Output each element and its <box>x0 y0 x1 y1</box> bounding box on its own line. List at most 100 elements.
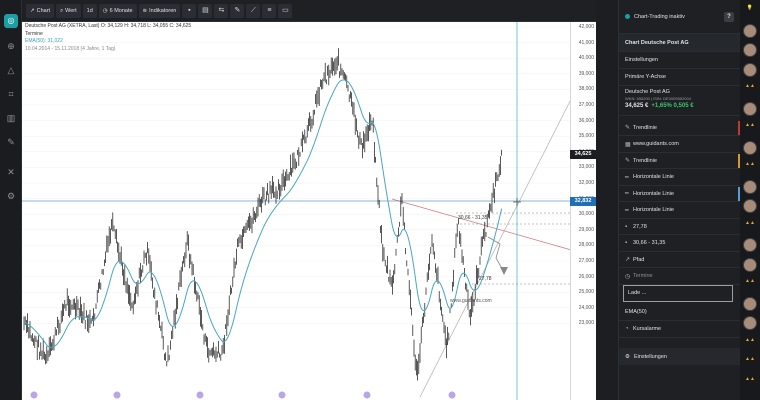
chart-type-button[interactable]: ↗ Chart <box>26 3 55 18</box>
signal-icon[interactable]: ▲▲ <box>744 121 756 130</box>
dividend-marker[interactable] <box>113 391 121 399</box>
ema-label[interactable]: EMA(50): 31,022 <box>25 38 191 46</box>
print-icon[interactable]: ▤ <box>198 3 213 18</box>
frame-icon[interactable]: ▭ <box>278 3 293 18</box>
avatar[interactable] <box>743 296 757 311</box>
crosshair-tool-icon[interactable]: ⊕ <box>5 40 17 52</box>
signal-icon[interactable]: ▲▲ <box>744 277 756 286</box>
range-button[interactable]: ◷ 6 Monate <box>98 3 137 18</box>
drawing-item-label: Trendlinie <box>633 157 657 164</box>
panel-item-kursalarme[interactable]: ◔ Kursalarme <box>619 321 741 338</box>
share-icon[interactable]: ⇆ <box>214 3 229 18</box>
y-tick-label: 42,000 <box>578 24 594 30</box>
y-tick-label: 32,000 <box>578 180 594 186</box>
drawing-icon: ▪ <box>625 240 628 246</box>
drawing-item-label: Horizontale Linie <box>633 190 674 197</box>
trend-lines[interactable] <box>22 22 596 400</box>
list-icon[interactable]: ≡ <box>262 3 277 18</box>
avatar[interactable] <box>743 179 757 194</box>
app-logo-icon[interactable]: ◎ <box>4 14 18 28</box>
avatar[interactable] <box>743 43 757 57</box>
avatar[interactable] <box>743 316 757 330</box>
pencil-tool-icon[interactable]: ✎ <box>5 136 17 148</box>
drawing-item-label: 30,66 - 31,35 <box>633 240 666 246</box>
drawing-item[interactable]: ▦ www.guidants.com <box>619 137 741 153</box>
signal-icon[interactable]: ▲▲ <box>744 336 756 345</box>
termine-label[interactable]: Termine <box>25 31 191 39</box>
dividend-marker[interactable] <box>196 391 204 399</box>
draw-icon[interactable]: ⟋ <box>246 3 261 18</box>
triangle-tool-icon[interactable]: △ <box>5 64 17 76</box>
primary-axis-text: Primäre Y-Achse <box>625 74 666 80</box>
drawing-item[interactable]: ▪ 30,66 - 31,35 <box>619 236 741 252</box>
gear-icon: ⚙ <box>625 353 630 360</box>
drawing-item[interactable]: ◷ Termine <box>619 269 741 285</box>
stock-summary[interactable]: Deutsche Post AG WKN: 555200 | ISIN: DE0… <box>619 86 741 116</box>
tools-icon[interactable]: ✕ <box>5 166 17 178</box>
wert-button[interactable]: ⌕ Wert <box>56 3 81 18</box>
avatar[interactable] <box>743 23 757 38</box>
save-icon[interactable]: ▪ <box>182 3 197 18</box>
event-markers[interactable] <box>30 391 456 399</box>
panel-title-text: Chart Deutsche Post AG <box>625 39 689 46</box>
lightbulb-icon[interactable]: 💡 <box>744 4 756 13</box>
pattern-tool-icon[interactable]: ⌗ <box>5 88 17 100</box>
chart-info: Deutsche Post AG (XETRA, Last) O: 34,129… <box>25 23 191 53</box>
y-tick-label: 39,000 <box>578 70 594 77</box>
avatar[interactable] <box>743 140 757 155</box>
price-chart[interactable]: 30,66 - 31,35 27,78 www.guidants.com Deu… <box>22 22 596 400</box>
interval-button[interactable]: 1d <box>82 3 97 18</box>
signal-icon[interactable]: ▲▲ <box>744 82 756 91</box>
help-button[interactable]: ? <box>724 11 734 22</box>
drawing-item-label: Termine <box>633 273 653 279</box>
drawing-item[interactable]: ▪ 27,78 <box>619 219 741 235</box>
panel-item-primary-axis[interactable]: Primäre Y-Achse <box>619 69 741 86</box>
left-sidebar: ◎ ⊕ △ ⌗ ▥ ✎ ✕ ⚙ <box>0 0 22 400</box>
avatar[interactable] <box>743 62 757 77</box>
settings-icon[interactable]: ⚙ <box>5 190 17 202</box>
drawing-item-label: 27,78 <box>633 223 647 230</box>
annotation-level[interactable]: 27,78 <box>479 276 492 282</box>
dividend-marker[interactable] <box>30 391 38 399</box>
avatar[interactable] <box>743 238 757 252</box>
drawing-icon: ✎ <box>625 158 631 164</box>
watermark-text[interactable]: www.guidants.com <box>450 298 492 304</box>
y-axis[interactable]: 42,000 41,000 40,000 39,000 38,000 37,000 36,0… <box>570 22 596 400</box>
drawing-icon: ━ <box>625 207 629 214</box>
drawing-item-label: Horizontale Linie <box>633 174 674 180</box>
trash-icon[interactable]: ▥ <box>5 112 17 124</box>
chart-canvas[interactable]: 30,66 - 31,35 27,78 www.guidants.com <box>22 22 596 400</box>
stock-meta: WKN: 555200 | ISIN: DE0005552004 <box>625 96 691 101</box>
drawing-item[interactable]: ━ Horizontale Linie <box>619 186 741 202</box>
path-drawing[interactable] <box>487 236 505 273</box>
dividend-marker[interactable] <box>448 391 456 399</box>
avatar[interactable] <box>743 257 757 272</box>
chart-type-label: Chart <box>36 7 51 14</box>
pen-icon[interactable]: ✎ <box>230 3 245 18</box>
indicators-button[interactable]: ≋ Indikatoren <box>138 3 181 18</box>
ema-item-text: EMA(50) <box>625 309 647 315</box>
drawing-item[interactable]: ━ Horizontale Linie <box>619 203 741 219</box>
y-tick-label: 29,000 <box>578 226 594 233</box>
signal-icon[interactable]: ▲▲ <box>744 375 756 384</box>
drawing-item[interactable]: ━ Horizontale Linie <box>619 170 741 186</box>
settings-text: Einstellungen <box>625 57 659 63</box>
drawing-item[interactable]: ✎ Trendlinie <box>619 153 741 169</box>
panel-item-ema[interactable]: EMA(50) <box>619 304 741 321</box>
signal-icon[interactable]: ▲▲ <box>744 355 756 364</box>
loading-box: Lade ... <box>623 285 733 302</box>
trendline-resistance[interactable] <box>391 198 596 258</box>
avatar[interactable] <box>743 199 757 213</box>
y-tick-label: 30,000 <box>578 211 594 218</box>
signal-icon[interactable]: ▲▲ <box>744 160 756 169</box>
signal-icon[interactable]: ▲▲ <box>744 219 756 228</box>
drawing-item[interactable]: ↗ Pfad <box>619 252 741 268</box>
panel-footer-settings[interactable]: ⚙ Einstellungen <box>619 348 741 365</box>
panel-item-settings[interactable]: Einstellungen <box>619 52 741 69</box>
avatar[interactable] <box>743 101 757 116</box>
dividend-marker[interactable] <box>363 391 371 399</box>
y-tick-label: 25,000 <box>578 289 594 296</box>
annotation-range[interactable]: 30,66 - 31,35 <box>458 215 488 221</box>
drawing-item[interactable]: ✎ Trendlinie <box>619 120 741 136</box>
dividend-marker[interactable] <box>278 391 286 399</box>
